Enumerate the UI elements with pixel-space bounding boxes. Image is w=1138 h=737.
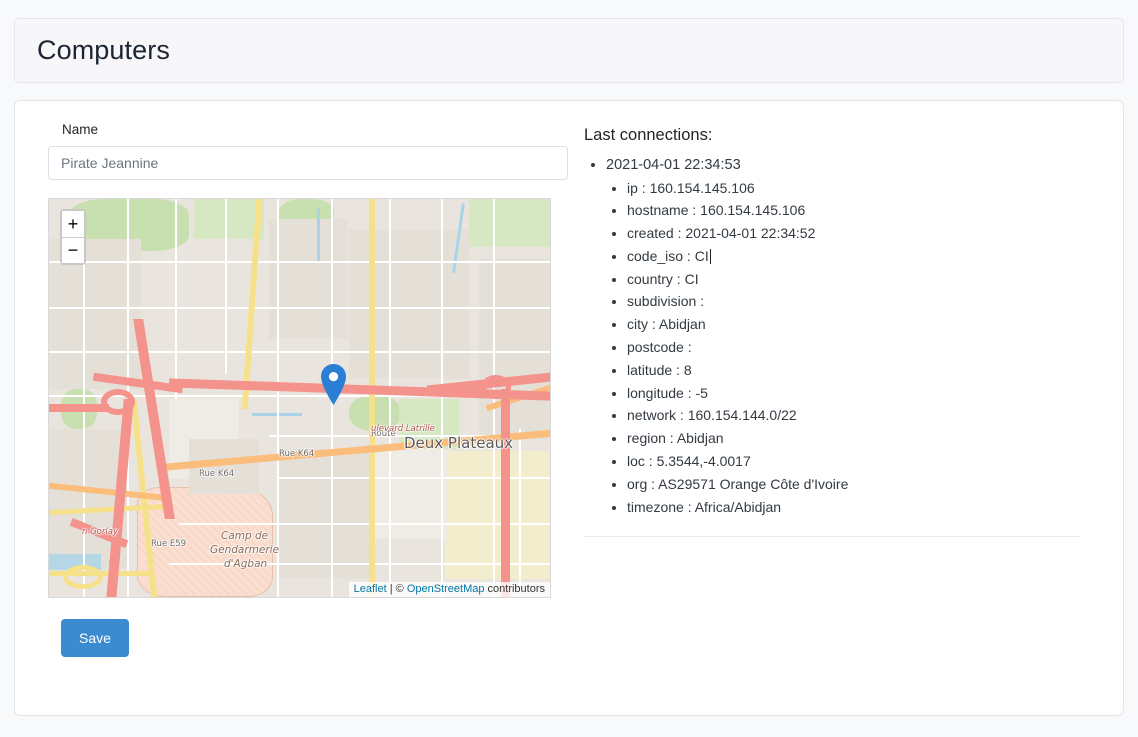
zoom-out-button[interactable]: − bbox=[62, 236, 84, 263]
connection-timestamp: 2021-04-01 22:34:53 bbox=[606, 156, 741, 173]
connection-detail-text: loc : 5.3544,-4.0017 bbox=[627, 453, 751, 470]
connection-detail-text: timezone : Africa/Abidjan bbox=[627, 498, 782, 515]
connection-detail-text: subdivision : bbox=[627, 293, 705, 310]
connection-detail-text: org : AS29571 Orange Côte d'Ivoire bbox=[627, 475, 849, 492]
connection-detail-item: hostname : 160.154.145.106 bbox=[627, 199, 1103, 222]
connection-detail-item: timezone : Africa/Abidjan bbox=[627, 496, 1103, 519]
connection-detail-item: code_iso : CI bbox=[627, 245, 1103, 268]
form-column: Name Pirate Jeannine + − Deux Plateaux C… bbox=[35, 122, 568, 657]
connection-detail-item: ip : 160.154.145.106 bbox=[627, 177, 1103, 200]
connection-detail-text: hostname : 160.154.145.106 bbox=[627, 202, 806, 219]
page-title: Computers bbox=[37, 35, 170, 65]
zoom-in-button[interactable]: + bbox=[62, 210, 84, 237]
connections-list: 2021-04-01 22:34:53 ip : 160.154.145.106 h… bbox=[584, 154, 1103, 519]
connection-detail-item: region : Abidjan bbox=[627, 427, 1103, 450]
main-card: Name Pirate Jeannine + − Deux Plateaux C… bbox=[14, 100, 1124, 716]
map-marker-icon[interactable] bbox=[321, 363, 346, 405]
name-input[interactable] bbox=[48, 145, 568, 180]
map-zoom-control[interactable]: + − bbox=[60, 208, 86, 265]
attribution-tail: contributors bbox=[484, 582, 545, 595]
connection-detail-item: country : CI bbox=[627, 268, 1103, 291]
card-body: Name Pirate Jeannine + − Deux Plateaux C… bbox=[15, 101, 1123, 657]
text-cursor bbox=[709, 248, 711, 264]
page-header: Computers bbox=[14, 18, 1124, 83]
connection-detail-item: subdivision : bbox=[627, 290, 1103, 313]
location-map[interactable]: + − Deux PlateauxLycée TechniqueVieux Co… bbox=[48, 197, 551, 598]
name-field-label: Name bbox=[62, 122, 99, 137]
connection-detail-text: created : 2021-04-01 22:34:52 bbox=[627, 225, 816, 242]
connection-detail-item: longitude : -5 bbox=[627, 382, 1103, 405]
connection-detail-list: ip : 160.154.145.106 hostname : 160.154.1… bbox=[606, 177, 1103, 519]
connection-detail-text: network : 160.154.144.0/22 bbox=[627, 407, 797, 424]
connection-detail-text: postcode : bbox=[627, 339, 692, 356]
openstreetmap-link[interactable]: OpenStreetMap bbox=[407, 583, 485, 595]
leaflet-link[interactable]: Leaflet bbox=[354, 583, 387, 595]
map-attribution: Leaflet | © OpenStreetMap contributors bbox=[348, 581, 550, 597]
connection-detail-text: code_iso : CI bbox=[627, 247, 709, 264]
connection-detail-text: latitude : 8 bbox=[627, 361, 692, 378]
connection-detail-item: network : 160.154.144.0/22 bbox=[627, 404, 1103, 427]
connections-column: Last connections: 2021-04-01 22:34:53 ip … bbox=[555, 123, 1103, 657]
connection-detail-text: longitude : -5 bbox=[627, 384, 708, 401]
connection-detail-item: city : Abidjan bbox=[627, 313, 1103, 336]
connection-detail-item: postcode : bbox=[627, 336, 1103, 359]
connections-title: Last connections: bbox=[584, 126, 713, 144]
connection-detail-text: ip : 160.154.145.106 bbox=[627, 179, 755, 196]
connection-detail-text: city : Abidjan bbox=[627, 316, 706, 333]
connection-detail-text: country : CI bbox=[627, 270, 699, 287]
connection-detail-item: latitude : 8 bbox=[627, 359, 1103, 382]
map-tiles bbox=[49, 198, 550, 597]
connection-detail-item: loc : 5.3544,-4.0017 bbox=[627, 450, 1103, 473]
connection-entry: 2021-04-01 22:34:53 ip : 160.154.145.106 h… bbox=[606, 154, 1103, 519]
save-button[interactable]: Save bbox=[61, 618, 129, 657]
connection-detail-text: region : Abidjan bbox=[627, 430, 724, 447]
connection-detail-item: created : 2021-04-01 22:34:52 bbox=[627, 222, 1103, 245]
section-divider bbox=[584, 536, 1081, 538]
attribution-separator: | © bbox=[386, 582, 407, 595]
connection-detail-item: org : AS29571 Orange Côte d'Ivoire bbox=[627, 473, 1103, 496]
